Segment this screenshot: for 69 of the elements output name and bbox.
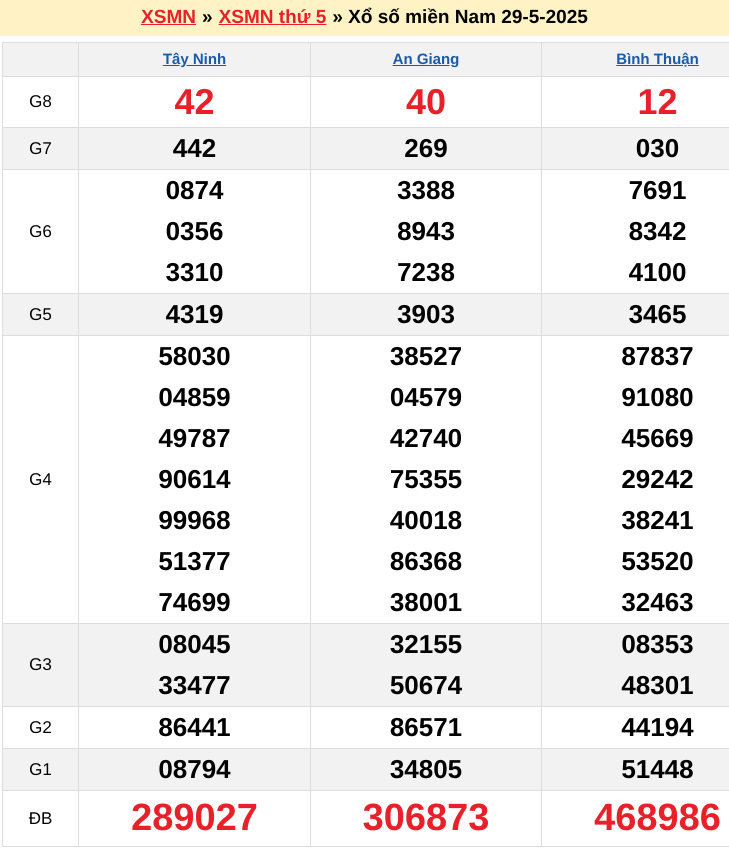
winning-number: 04859: [157, 381, 232, 414]
winning-number: 33477: [157, 669, 232, 702]
winning-number: 3903: [396, 298, 456, 331]
winning-number: 3465: [628, 298, 688, 331]
winning-number: 4100: [628, 256, 688, 289]
breadcrumb-link[interactable]: XSMN thứ 5: [218, 7, 326, 29]
winning-number: 90614: [157, 463, 232, 496]
prize-label: G7: [29, 138, 52, 158]
winning-number: 29242: [620, 463, 695, 496]
winning-number: 08353: [620, 628, 695, 661]
winning-number: 91080: [620, 381, 695, 414]
winning-number: 030: [634, 132, 680, 165]
winning-number: 0356: [164, 215, 224, 248]
winning-number: 86571: [388, 711, 464, 744]
prize-label: G5: [29, 304, 52, 324]
winning-number: 7238: [396, 256, 456, 289]
winning-number: 42740: [388, 422, 464, 455]
winning-number: 44194: [620, 711, 695, 744]
prize-label: G1: [29, 760, 52, 778]
prize-label: G2: [29, 718, 52, 736]
winning-number: 4319: [164, 298, 224, 331]
winning-number: 32463: [620, 586, 695, 619]
winning-number: 51377: [157, 545, 232, 578]
winning-number: 58030: [157, 340, 232, 373]
winning-number: 87837: [620, 340, 695, 373]
winning-number: 50674: [388, 669, 464, 702]
winning-number: 38527: [388, 340, 464, 373]
winning-number: 86441: [157, 711, 232, 744]
province-link[interactable]: Tây Ninh: [162, 51, 226, 68]
winning-number: 32155: [388, 628, 464, 661]
prize-label: G6: [29, 222, 52, 240]
winning-number: 53520: [620, 545, 695, 578]
winning-number: 306873: [362, 796, 490, 841]
winning-number: 269: [403, 132, 449, 165]
breadcrumb-link[interactable]: XSMN: [141, 7, 196, 29]
winning-number: 8342: [628, 215, 688, 248]
winning-number: 3388: [396, 174, 456, 207]
winning-number: 8943: [396, 215, 456, 248]
winning-number: 40018: [388, 504, 464, 537]
winning-number: 3310: [164, 256, 224, 289]
winning-number: 40: [404, 80, 448, 124]
title-text: »: [202, 7, 213, 29]
winning-number: 42: [173, 80, 216, 124]
winning-number: 7691: [628, 174, 688, 207]
winning-number: 49787: [157, 422, 232, 455]
winning-number: 08045: [157, 628, 232, 661]
title-text: » Xổ số miền Nam 29-5-2025: [332, 7, 588, 29]
winning-number: 48301: [620, 669, 695, 702]
prize-label: ĐB: [28, 808, 52, 828]
prize-label: G8: [29, 92, 52, 111]
prize-label: G3: [29, 655, 52, 674]
winning-number: 34805: [388, 753, 464, 786]
winning-number: 99968: [157, 504, 232, 537]
winning-number: 45669: [620, 422, 695, 455]
winning-number: 0874: [164, 174, 224, 207]
winning-number: 08794: [157, 753, 232, 786]
winning-number: 74699: [157, 586, 232, 619]
winning-number: 86368: [388, 545, 464, 578]
winning-number: 12: [636, 80, 679, 124]
winning-number: 442: [172, 132, 218, 165]
prize-label: G4: [29, 470, 52, 488]
winning-number: 289027: [130, 796, 259, 841]
winning-number: 04579: [388, 381, 464, 414]
province-link[interactable]: An Giang: [392, 51, 460, 68]
winning-number: 38241: [620, 504, 695, 537]
winning-number: 38001: [388, 586, 464, 619]
winning-number: 468986: [593, 796, 722, 841]
winning-number: 75355: [388, 463, 464, 496]
winning-number: 51448: [620, 753, 695, 786]
